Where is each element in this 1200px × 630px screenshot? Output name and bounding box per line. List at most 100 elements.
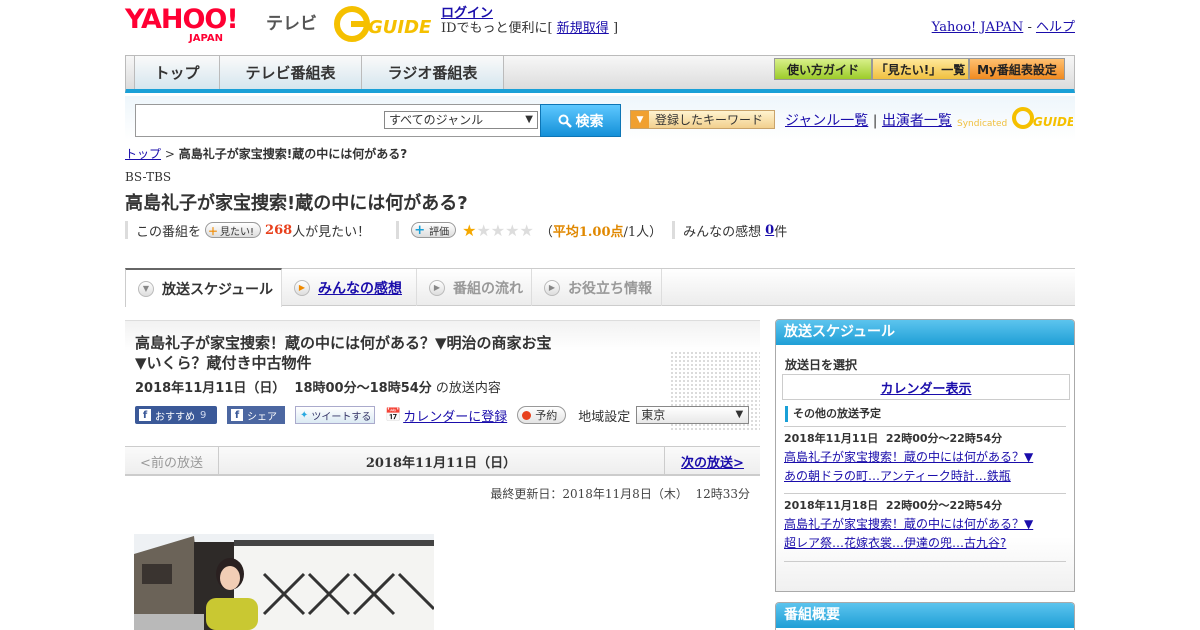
want-list-button[interactable]: 「見たい!」一覧 — [872, 58, 969, 80]
list-item: 2018年11月18日 22時00分～22時54分 高島礼子が家宝捜索！蔵の中に… — [784, 493, 1066, 553]
nav-tab-radio-guide[interactable]: ラジオ番組表 — [362, 56, 504, 89]
tv-logo-text: テレビ — [266, 14, 317, 34]
want-count: 268 — [265, 222, 293, 238]
region-label: 地域設定 — [578, 409, 631, 425]
calendar-register-link[interactable]: カレンダーに登録 — [403, 406, 507, 425]
other-item-date: 2018年11月11日 22時00分～22時54分 — [784, 432, 1003, 445]
svg-text:GUIDE: GUIDE — [368, 17, 432, 38]
impressions-unit: 件 — [774, 224, 788, 240]
next-broadcast-link[interactable]: 次の放送> — [681, 452, 744, 471]
rate-button[interactable]: + 評価 — [411, 222, 457, 238]
top-links: Yahoo! JAPAN - ヘルプ — [932, 16, 1075, 35]
tweet-label: ツイートする — [311, 411, 372, 423]
chevron-down-icon: ▼ — [138, 280, 154, 297]
rating-people: /1人） — [623, 224, 663, 240]
login-link[interactable]: ログイン — [441, 6, 493, 21]
chevron-right-icon: ▶ — [544, 279, 560, 296]
reserve-button[interactable]: 予約 — [517, 406, 567, 424]
breadcrumb: トップ > 高島礼子が家宝捜索!蔵の中には何がある? — [125, 145, 407, 162]
select-date-label: 放送日を選択 — [785, 358, 858, 372]
nav-tab-tv-guide[interactable]: テレビ番組表 — [220, 56, 362, 89]
next-broadcast-cell: 次の放送> — [664, 447, 760, 475]
top-links-separator: - — [1027, 20, 1032, 35]
help-link[interactable]: ヘルプ — [1036, 20, 1075, 35]
broadcast-title-line1: 高島礼子が家宝捜索！蔵の中には何がある？▼明治の商家お宝 — [135, 334, 552, 352]
search-button[interactable]: 検索 — [540, 104, 621, 137]
tab-useful-info[interactable]: ▶ お役立ち情報 — [532, 269, 662, 306]
genre-list-link[interactable]: ジャンル一覧 — [785, 113, 868, 129]
schedule-sidebar-header: 放送スケジュール — [776, 320, 1074, 345]
registered-keyword-button[interactable]: ▼ 登録したキーワード — [630, 110, 775, 129]
channel-name: BS-TBS — [125, 170, 172, 184]
facebook-recommend-button[interactable]: f おすすめ 9 — [135, 406, 217, 424]
pager-date: 2018年11月11日（日） — [365, 455, 517, 471]
tab-impressions-label[interactable]: みんなの感想 — [318, 278, 402, 298]
breadcrumb-current: 高島礼子が家宝捜索!蔵の中には何がある? — [178, 147, 408, 161]
rating-open: （ — [539, 224, 553, 240]
other-item-link[interactable]: 高島礼子が家宝捜索！蔵の中には何がある？▼ — [784, 517, 1033, 531]
genre-links: ジャンル一覧 | 出演者一覧 — [785, 110, 952, 130]
plus-icon: ＋ — [208, 226, 219, 238]
broadcast-pager: <前の放送 2018年11月11日（日） 次の放送> — [125, 446, 760, 476]
my-guide-settings-button[interactable]: My番組表設定 — [969, 58, 1065, 80]
schedule-sidebar: 放送スケジュール 放送日を選択 カレンダー表示 その他の放送予定 2018年11… — [775, 319, 1075, 592]
program-photo — [134, 534, 434, 630]
chevron-right-icon: ▶ — [429, 279, 445, 296]
impressions-count-link[interactable]: 0 — [765, 223, 774, 238]
breadcrumb-top-link[interactable]: トップ — [125, 147, 161, 161]
broadcast-date: 2018年11月11日（日） 18時00分～18時54分 の放送内容 — [135, 377, 501, 396]
registered-keyword-label: 登録したキーワード — [655, 113, 764, 127]
svg-text:GUIDE: GUIDE — [1033, 115, 1073, 129]
register-link[interactable]: 新規取得 — [557, 21, 609, 36]
syndicated-gguide-logo: Syndicated GUIDE — [957, 106, 1076, 132]
prev-broadcast-link[interactable]: <前の放送 — [125, 447, 219, 475]
overview-sidebar: 番組概要 — [775, 602, 1075, 630]
genre-links-pipe: | — [872, 113, 878, 129]
tab-flow-label: 番組の流れ — [453, 280, 523, 297]
tab-impressions[interactable]: ▶ みんなの感想 — [282, 269, 417, 306]
other-item-date: 2018年11月18日 22時00分～22時54分 — [784, 499, 1003, 512]
star-icon: ★ — [490, 220, 506, 240]
tab-flow[interactable]: ▶ 番組の流れ — [417, 269, 532, 306]
other-schedule-label: その他の放送予定 — [785, 406, 881, 422]
facebook-icon: f — [139, 409, 151, 421]
yahoo-japan-link[interactable]: Yahoo! JAPAN — [932, 20, 1024, 35]
last-updated: 最終更新日：2018年11月8日（木） 12時33分 — [490, 487, 750, 501]
want-button-label: 見たい! — [220, 226, 255, 238]
login-block: ログイン IDでもっと便利に[ 新規取得 ] — [441, 6, 618, 36]
overview-sidebar-header: 番組概要 — [776, 603, 1074, 628]
nav-tab-top[interactable]: トップ — [134, 56, 220, 89]
tweet-button[interactable]: ✦ ツイートする — [295, 406, 375, 424]
other-item-link[interactable]: 超レア祭…花嫁衣裳…伊達の兜…古九谷? — [784, 536, 1006, 550]
cast-list-link[interactable]: 出演者一覧 — [882, 113, 952, 129]
tab-schedule-label: 放送スケジュール — [162, 281, 274, 298]
star-icon: ★ — [505, 220, 520, 240]
region-select-value: 東京 — [641, 408, 666, 422]
divider — [784, 561, 1066, 562]
recommend-count: 9 — [200, 409, 207, 421]
impressions-label: みんなの感想 — [683, 224, 762, 240]
yahoo-japan-logo[interactable]: YAHOO! JAPAN — [125, 6, 265, 44]
guide-button[interactable]: 使い方ガイド — [774, 58, 872, 80]
facebook-icon: f — [231, 409, 243, 421]
tab-schedule[interactable]: ▼ 放送スケジュール — [125, 268, 282, 307]
genre-select[interactable]: すべてのジャンル ▼ — [384, 111, 538, 129]
login-text: IDでもっと便利に[ — [441, 21, 553, 36]
program-subtabs: ▼ 放送スケジュール ▶ みんなの感想 ▶ 番組の流れ ▶ お役立ち情報 — [125, 268, 1075, 307]
other-item-link[interactable]: あの朝ドラの町…アンティーク時計…鉄瓶 — [784, 469, 1011, 483]
calendar-display-button[interactable]: カレンダー表示 — [782, 374, 1070, 400]
want-button[interactable]: ＋見たい! — [205, 222, 262, 238]
star-icon: ★ — [476, 220, 491, 240]
divider — [672, 221, 676, 239]
calendar-display-link[interactable]: カレンダー表示 — [880, 378, 971, 397]
star-icon: ★ — [519, 220, 534, 240]
other-item-link[interactable]: 高島礼子が家宝捜索！蔵の中には何がある？▼ — [784, 450, 1033, 464]
want-suffix: 人が見たい！ — [292, 224, 371, 240]
facebook-share-button[interactable]: f シェア — [227, 406, 285, 424]
region-select[interactable]: 東京 ▼ — [636, 406, 750, 424]
login-close: ] — [612, 21, 619, 36]
main-nav: トップ テレビ番組表 ラジオ番組表 使い方ガイド 「見たい!」一覧 My番組表設… — [125, 55, 1075, 93]
genre-select-value: すべてのジャンル — [389, 113, 484, 127]
syndicated-text: Syndicated — [957, 119, 1007, 129]
reserve-label: 予約 — [535, 409, 558, 422]
